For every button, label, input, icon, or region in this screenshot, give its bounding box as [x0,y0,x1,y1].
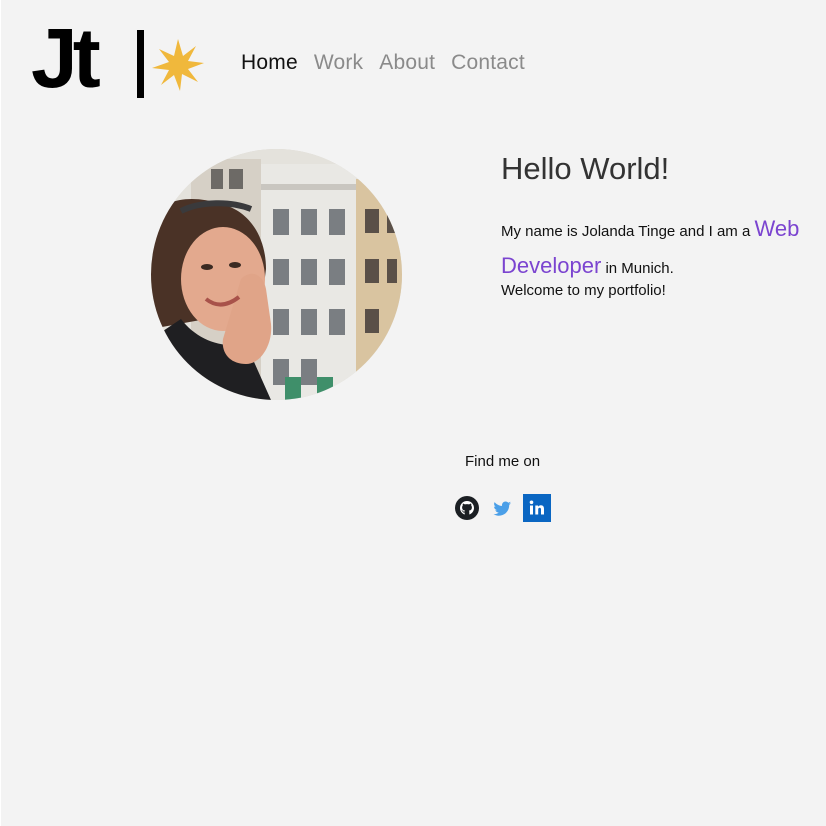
twitter-link[interactable] [488,494,516,522]
linkedin-link[interactable] [523,494,551,522]
logo-monogram: Jt [31,11,101,105]
site-logo[interactable]: Jt [31,16,209,106]
intro-location: in Munich. [601,260,674,277]
sun-icon [152,39,204,91]
nav-work[interactable]: Work [314,49,363,77]
find-me-label: Find me on [465,453,541,470]
github-icon [455,496,479,520]
main-nav: Home Work About Contact [241,49,541,77]
nav-about[interactable]: About [379,49,435,77]
intro-name: My name is Jolanda Tinge and I am a [501,223,755,240]
profile-photo [151,149,402,400]
logo-divider [137,30,144,98]
page: Jt Home Work About Contact Hello World! … [1,0,826,826]
social-links [453,494,558,522]
twitter-icon [493,501,511,516]
welcome-text: Welcome to my portfolio! [501,282,666,299]
github-link[interactable] [453,494,481,522]
page-title: Hello World! [501,151,670,186]
linkedin-icon [523,494,551,522]
nav-contact[interactable]: Contact [451,49,525,77]
intro-text: My name is Jolanda Tinge and I am a Web … [501,212,806,286]
nav-home[interactable]: Home [241,49,298,77]
